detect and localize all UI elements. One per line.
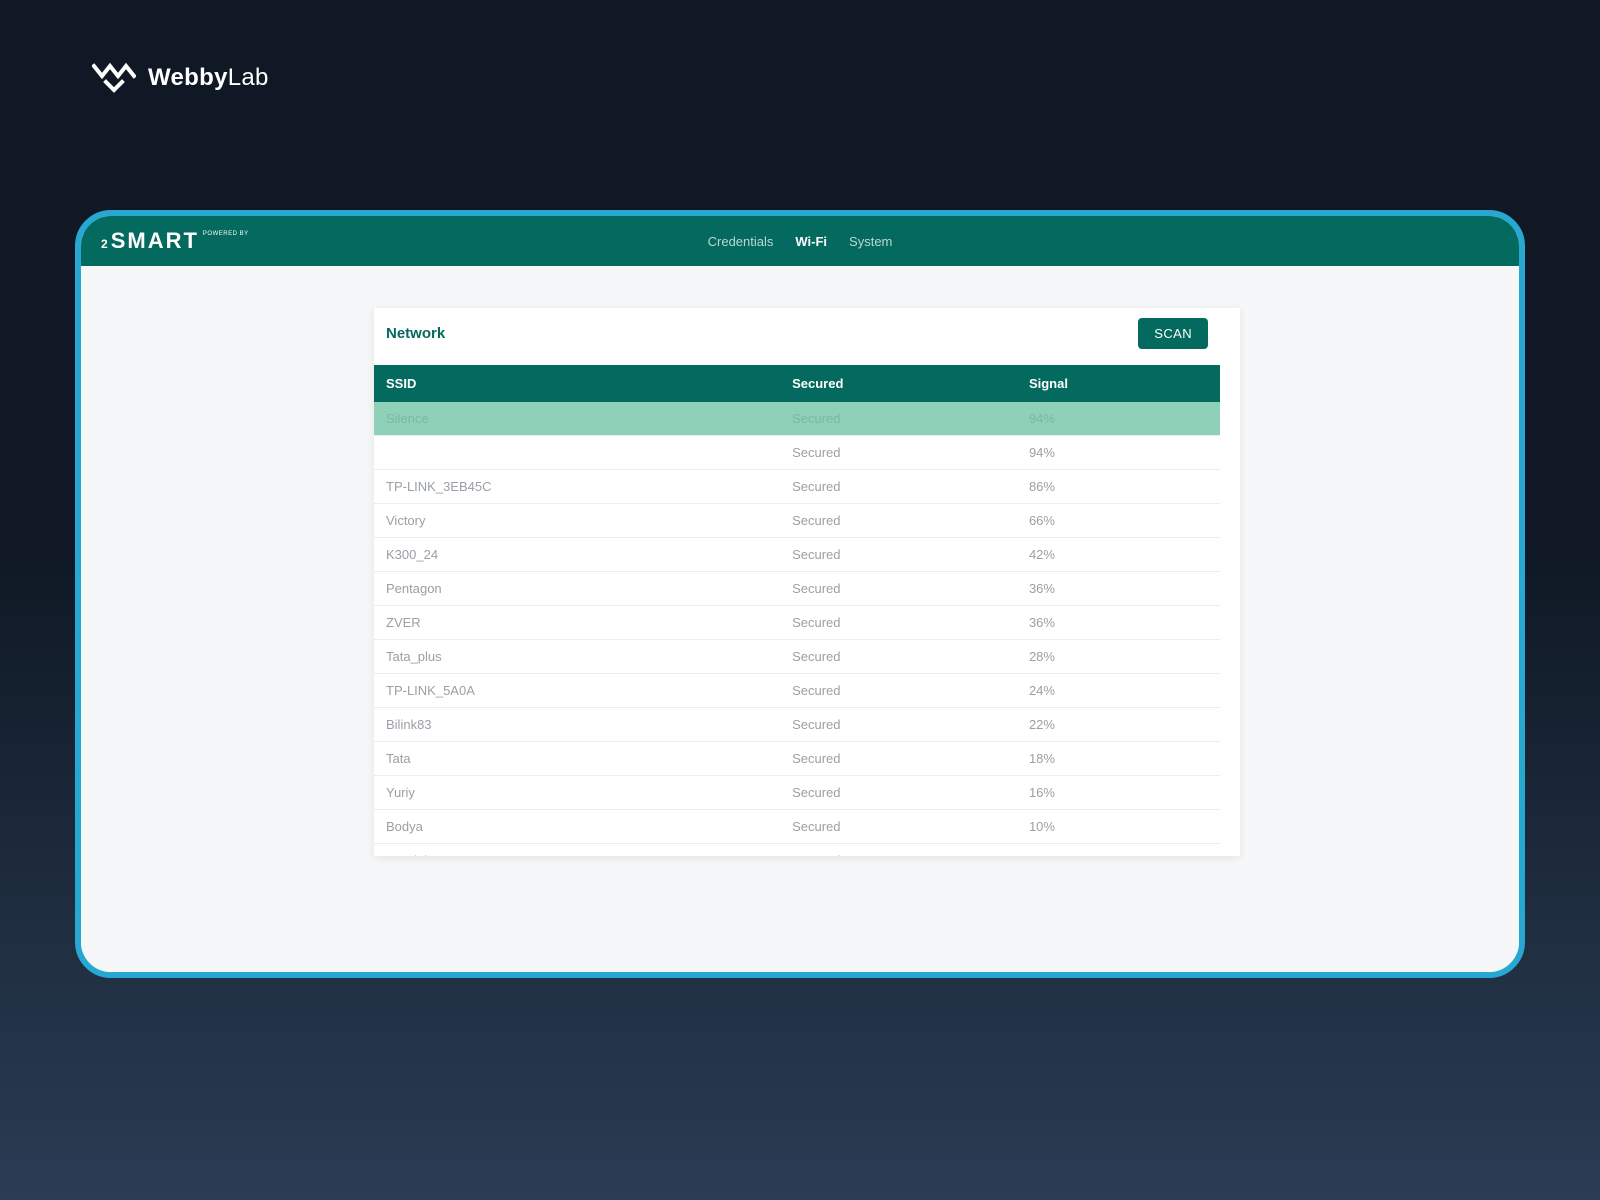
webbylab-icon — [92, 60, 136, 96]
nav-tabs: Credentials Wi-Fi System — [708, 234, 893, 249]
cell-ssid: TP-Link_AE2A — [374, 844, 780, 857]
cell-ssid: TP-LINK_5A0A — [374, 674, 780, 708]
cell-signal: 22% — [1017, 708, 1220, 742]
app-logo: 2SMART POWERED BY — [101, 230, 249, 252]
cell-signal: 10% — [1017, 810, 1220, 844]
cell-secured: Secured — [780, 572, 1017, 606]
cell-secured: Secured — [780, 674, 1017, 708]
cell-ssid: Bilink83 — [374, 708, 780, 742]
scan-button[interactable]: SCAN — [1138, 318, 1208, 349]
cell-ssid: Yuriy — [374, 776, 780, 810]
table-row[interactable]: TP-Link_AE2ASecured10% — [374, 844, 1220, 857]
table-row[interactable]: ZVERSecured36% — [374, 606, 1220, 640]
table-row[interactable]: SilenceSecured94% — [374, 402, 1220, 436]
cell-signal: 10% — [1017, 844, 1220, 857]
table-row[interactable]: PentagonSecured36% — [374, 572, 1220, 606]
table-row[interactable]: Tata_plusSecured28% — [374, 640, 1220, 674]
brand-name: WebbyLab — [148, 64, 269, 92]
cell-secured: Secured — [780, 504, 1017, 538]
cell-signal: 16% — [1017, 776, 1220, 810]
table-row[interactable]: TP-LINK_5A0ASecured24% — [374, 674, 1220, 708]
table-row[interactable]: Secured94% — [374, 436, 1220, 470]
network-table: SSID Secured Signal SilenceSecured94%Sec… — [374, 365, 1220, 856]
col-secured[interactable]: Secured — [780, 365, 1017, 402]
app-window: 2SMART POWERED BY Credentials Wi-Fi System… — [75, 210, 1525, 978]
cell-signal: 94% — [1017, 402, 1220, 436]
cell-signal: 42% — [1017, 538, 1220, 572]
col-ssid[interactable]: SSID — [374, 365, 780, 402]
cell-secured: Secured — [780, 402, 1017, 436]
table-row[interactable]: TataSecured18% — [374, 742, 1220, 776]
cell-ssid: Victory — [374, 504, 780, 538]
cell-secured: Secured — [780, 810, 1017, 844]
cell-ssid: TP-LINK_3EB45C — [374, 470, 780, 504]
cell-signal: 36% — [1017, 606, 1220, 640]
col-signal[interactable]: Signal — [1017, 365, 1220, 402]
network-card: Network SCAN SSID Secured Signal Silence… — [374, 308, 1220, 856]
cell-ssid — [374, 436, 780, 470]
table-row[interactable]: TP-LINK_3EB45CSecured86% — [374, 470, 1220, 504]
cell-signal: 36% — [1017, 572, 1220, 606]
brand-logo: WebbyLab — [92, 60, 269, 96]
cell-signal: 66% — [1017, 504, 1220, 538]
table-row[interactable]: YuriySecured16% — [374, 776, 1220, 810]
cell-secured: Secured — [780, 708, 1017, 742]
tab-wi-fi[interactable]: Wi-Fi — [795, 234, 827, 249]
card-title: Network — [386, 325, 445, 342]
cell-ssid: Pentagon — [374, 572, 780, 606]
cell-signal: 86% — [1017, 470, 1220, 504]
cell-secured: Secured — [780, 742, 1017, 776]
cell-secured: Secured — [780, 470, 1017, 504]
content-area: Network SCAN SSID Secured Signal Silence… — [81, 266, 1519, 972]
cell-signal: 24% — [1017, 674, 1220, 708]
cell-secured: Secured — [780, 606, 1017, 640]
cell-signal: 18% — [1017, 742, 1220, 776]
cell-secured: Secured — [780, 436, 1017, 470]
table-row[interactable]: Bilink83Secured22% — [374, 708, 1220, 742]
cell-secured: Secured — [780, 776, 1017, 810]
cell-secured: Secured — [780, 844, 1017, 857]
cell-signal: 94% — [1017, 436, 1220, 470]
tab-credentials[interactable]: Credentials — [708, 234, 774, 249]
cell-secured: Secured — [780, 538, 1017, 572]
cell-secured: Secured — [780, 640, 1017, 674]
app-bar: 2SMART POWERED BY Credentials Wi-Fi System — [81, 216, 1519, 266]
cell-ssid: Silence — [374, 402, 780, 436]
cell-ssid: ZVER — [374, 606, 780, 640]
table-row[interactable]: K300_24Secured42% — [374, 538, 1220, 572]
cell-ssid: Tata — [374, 742, 780, 776]
cell-ssid: Tata_plus — [374, 640, 780, 674]
cell-signal: 28% — [1017, 640, 1220, 674]
table-row[interactable]: BodyaSecured10% — [374, 810, 1220, 844]
table-row[interactable]: VictorySecured66% — [374, 504, 1220, 538]
cell-ssid: Bodya — [374, 810, 780, 844]
cell-ssid: K300_24 — [374, 538, 780, 572]
tab-system[interactable]: System — [849, 234, 892, 249]
scroll-area[interactable]: Network SCAN SSID Secured Signal Silence… — [374, 308, 1240, 856]
